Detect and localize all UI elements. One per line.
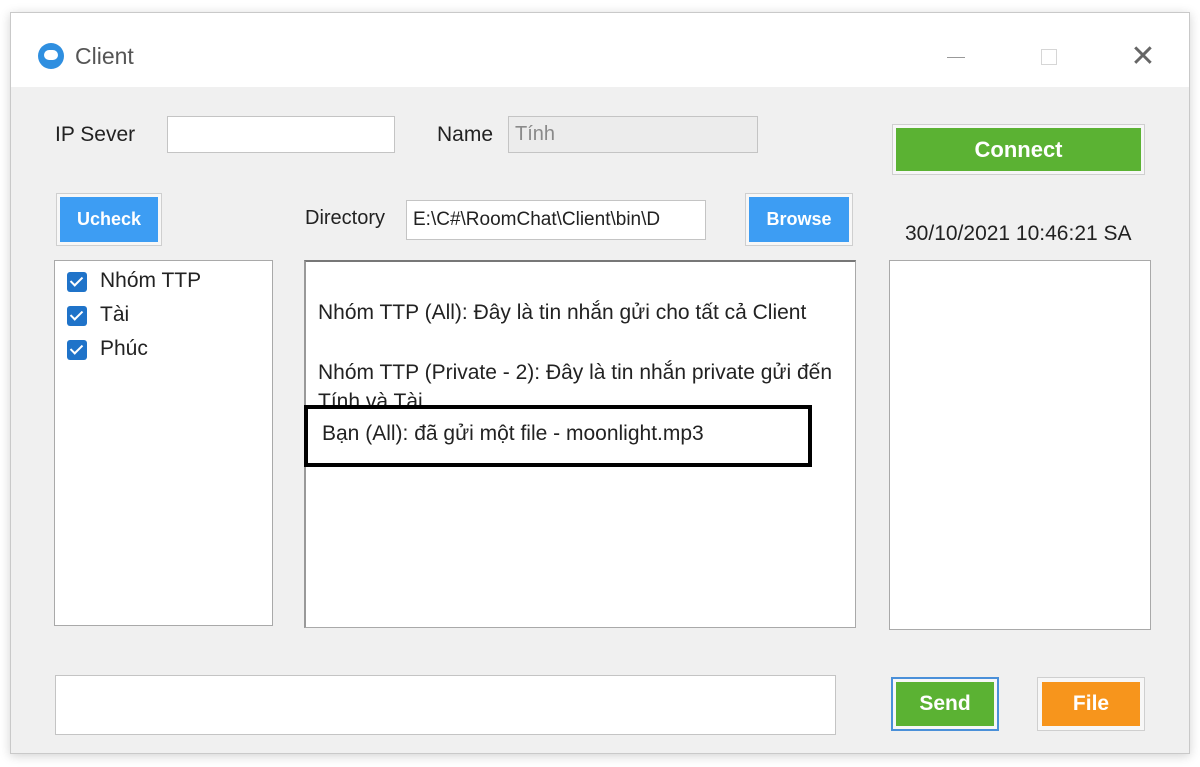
directory-label: Directory [305,207,386,229]
minimize-button[interactable] [931,35,981,79]
name-input[interactable]: Tính [508,116,758,153]
chat-message: Bạn (All): đã gửi một file - moonlight.m… [322,422,704,445]
uncheck-button[interactable]: Ucheck [60,197,158,242]
client-label: Phúc [100,337,148,360]
client-checklist[interactable]: Nhóm TTP Tài Phúc [54,260,273,626]
close-icon: ✕ [1130,40,1156,73]
message-input[interactable] [55,675,836,735]
highlighted-message-box: Bạn (All): đã gửi một file - moonlight.m… [304,405,812,467]
client-label: Nhóm TTP [100,269,202,292]
online-list[interactable] [889,260,1151,630]
checkbox-checked-icon[interactable] [67,306,87,326]
browse-button[interactable]: Browse [749,197,849,242]
client-label: Tài [100,303,130,326]
chat-message: Nhóm TTP (All): Đây là tin nhắn gửi cho … [318,301,807,324]
minimize-icon [947,57,965,58]
checkbox-checked-icon[interactable] [67,340,87,360]
checkbox-checked-icon[interactable] [67,272,87,292]
maximize-icon [1041,49,1057,65]
ip-server-label: IP Sever [55,123,136,146]
file-button[interactable]: File [1042,682,1140,726]
window-title: Client [75,43,134,69]
directory-input[interactable]: E:\C#\RoomChat\Client\bin\D [406,200,706,240]
close-button[interactable]: ✕ [1118,35,1168,79]
chat-bubble-icon [38,43,64,69]
connect-button[interactable]: Connect [896,128,1141,171]
maximize-button[interactable] [1024,35,1074,79]
title-bar: Client ✕ [11,13,1189,87]
name-label: Name [437,123,494,146]
ip-server-input[interactable] [167,116,395,153]
send-button[interactable]: Send [896,682,994,726]
datetime-label: 30/10/2021 10:46:21 SA [905,222,1132,245]
